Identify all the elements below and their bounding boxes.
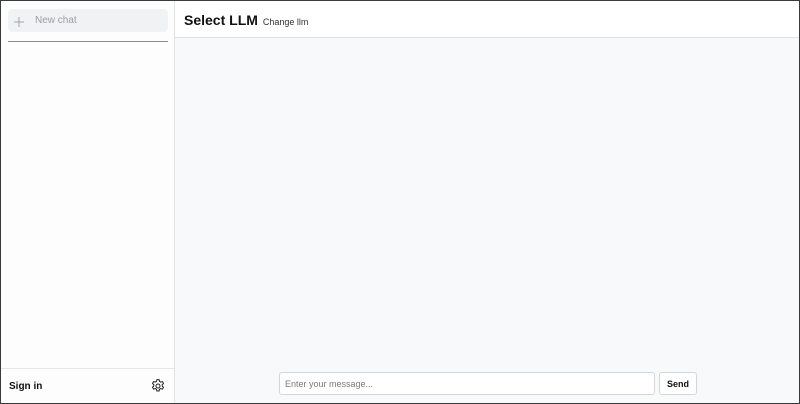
- send-button[interactable]: Send: [659, 372, 697, 395]
- message-input[interactable]: [279, 372, 655, 395]
- new-chat-button[interactable]: New chat: [8, 9, 168, 32]
- app-window: New chat Sign in Select LLM Change llm S…: [0, 0, 800, 404]
- gear-icon[interactable]: [150, 378, 166, 394]
- new-chat-label: New chat: [35, 15, 77, 26]
- plus-icon: [13, 15, 25, 27]
- message-composer: Send: [279, 372, 699, 395]
- sidebar: New chat Sign in: [1, 1, 175, 403]
- chat-main: Select LLM Change llm Send: [175, 1, 799, 403]
- chat-header: Select LLM Change llm: [175, 1, 799, 38]
- change-llm-link[interactable]: Change llm: [263, 17, 309, 27]
- sidebar-divider: [8, 41, 168, 42]
- sidebar-footer: Sign in: [1, 368, 174, 403]
- page-title: Select LLM: [184, 12, 258, 28]
- sign-in-link[interactable]: Sign in: [9, 381, 42, 392]
